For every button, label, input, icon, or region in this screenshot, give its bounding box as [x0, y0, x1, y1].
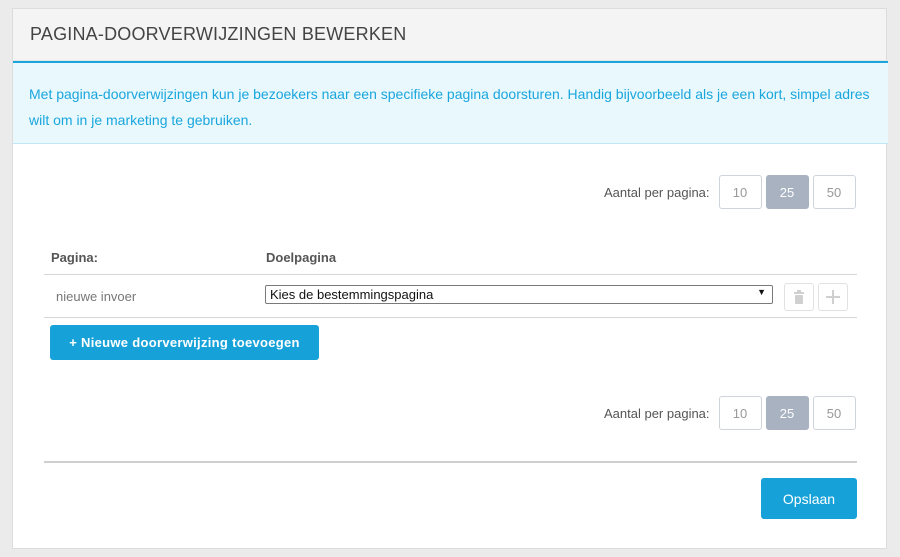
- per-page-50-button[interactable]: 50: [812, 396, 856, 430]
- trash-icon: [794, 290, 804, 304]
- delete-row-button[interactable]: [784, 283, 814, 311]
- caret-down-icon: ▼: [757, 287, 766, 297]
- table-header: Pagina: Doelpagina: [44, 241, 857, 275]
- per-page-25-button[interactable]: 25: [765, 175, 809, 209]
- per-page-10-button[interactable]: 10: [718, 175, 762, 209]
- panel-header: PAGINA-DOORVERWIJZINGEN BEWERKEN: [13, 9, 886, 61]
- column-header-page: Pagina:: [51, 250, 98, 265]
- row-page-value: nieuwe invoer: [56, 289, 137, 304]
- column-header-target: Doelpagina: [266, 250, 337, 265]
- pagination-label: Aantal per pagina:: [604, 184, 710, 200]
- pagination-label: Aantal per pagina:: [604, 405, 710, 421]
- info-text: Met pagina-doorverwijzingen kun je bezoe…: [29, 86, 870, 128]
- per-page-25-button[interactable]: 25: [765, 396, 809, 430]
- redirects-table: Pagina: Doelpagina nieuwe invoer Kies de…: [44, 241, 857, 318]
- add-row-button[interactable]: [818, 283, 848, 311]
- pagination-top: Aantal per pagina: 10 25 50: [604, 175, 856, 209]
- divider: [44, 461, 857, 463]
- table-row: nieuwe invoer Kies de bestemmingspagina …: [44, 275, 857, 318]
- save-button[interactable]: Opslaan: [761, 478, 857, 519]
- target-page-select[interactable]: Kies de bestemmingspagina ▼: [265, 285, 773, 304]
- target-page-select-value: Kies de bestemmingspagina: [270, 287, 434, 302]
- plus-icon: [826, 290, 840, 304]
- add-redirect-button[interactable]: + Nieuwe doorverwijzing toevoegen: [50, 325, 319, 360]
- per-page-10-button[interactable]: 10: [718, 396, 762, 430]
- info-message: Met pagina-doorverwijzingen kun je bezoe…: [13, 61, 888, 144]
- pagination-bottom: Aantal per pagina: 10 25 50: [604, 396, 856, 430]
- page-title: PAGINA-DOORVERWIJZINGEN BEWERKEN: [30, 24, 407, 44]
- per-page-50-button[interactable]: 50: [812, 175, 856, 209]
- redirects-panel: PAGINA-DOORVERWIJZINGEN BEWERKEN Met pag…: [12, 8, 888, 549]
